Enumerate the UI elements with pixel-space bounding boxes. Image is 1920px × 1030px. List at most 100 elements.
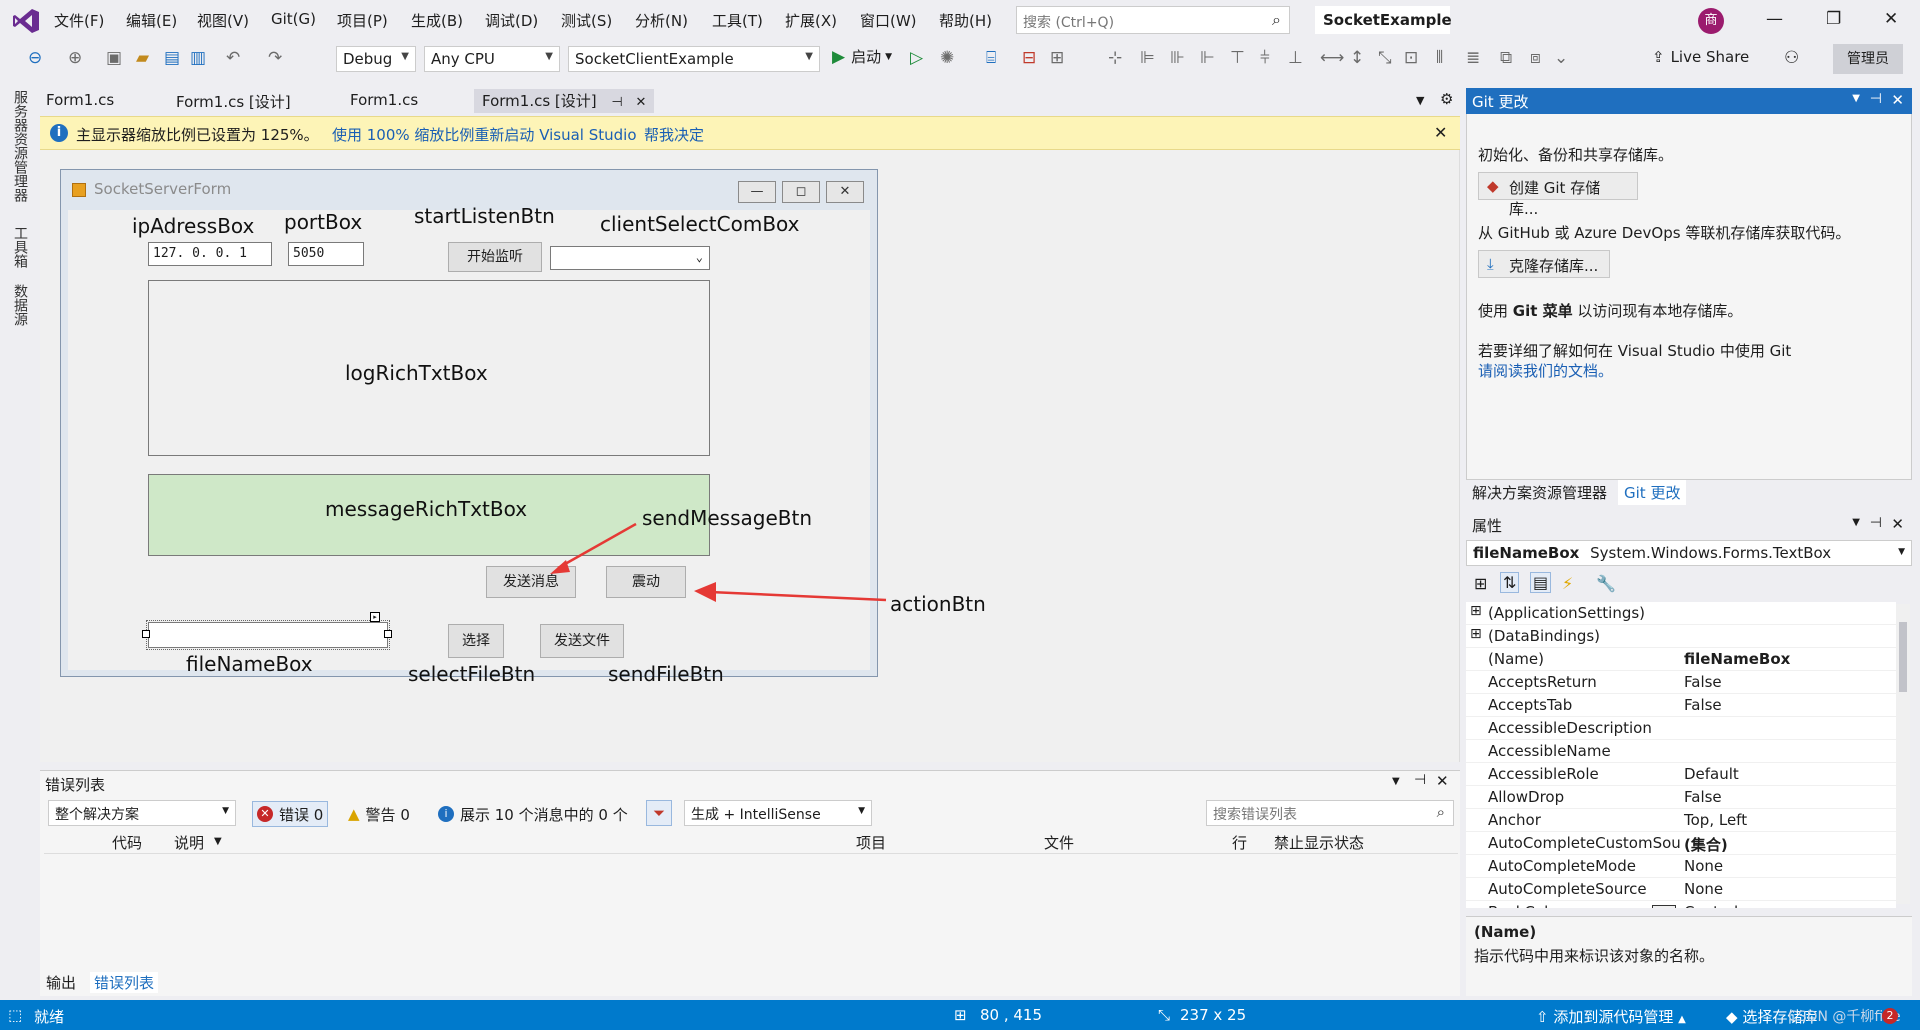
help-me-decide-link[interactable]: 帮我决定 (644, 124, 704, 145)
client-select-combobox[interactable]: ⌄ (550, 246, 710, 270)
property-value[interactable]: False (1684, 696, 1722, 714)
ip-address-box[interactable]: 127. 0. 0. 1 (148, 242, 272, 266)
git-docs-link[interactable]: 请阅读我们的文档。 (1478, 360, 1613, 381)
settings-gear-icon[interactable]: ⚙ (1440, 90, 1453, 108)
properties-icon[interactable]: ▤ (1530, 572, 1552, 593)
bring-to-front-icon[interactable]: ⧉ (1500, 48, 1512, 68)
property-row[interactable]: AutoCompleteCustomSou (集合) (1466, 832, 1896, 855)
resize-handle-left-icon[interactable] (142, 630, 150, 638)
undo-icon[interactable]: ↶ (226, 48, 240, 68)
startup-project-combo[interactable]: SocketClientExample ▼ (568, 46, 820, 72)
build-intellisense-combo[interactable]: 生成 + IntelliSense ▼ (684, 800, 872, 826)
pin-icon[interactable]: ⊣ (1870, 91, 1882, 107)
config-combo[interactable]: Debug ▼ (336, 46, 416, 72)
pin-icon[interactable]: ⊣ (1870, 515, 1882, 531)
toolbox-icon[interactable]: ⊟ (1022, 48, 1036, 68)
start-debug-button[interactable]: ▶ 启动 ▼ (832, 46, 892, 67)
property-row[interactable]: AccessibleName (1466, 740, 1896, 763)
property-value[interactable]: fileNameBox (1684, 650, 1790, 668)
server-explorer-tab[interactable]: 服务器资源管理器 (10, 90, 30, 202)
make-same-height-icon[interactable]: ↕ (1350, 48, 1364, 68)
feedback-icon[interactable]: ⚇ (1784, 48, 1799, 68)
platform-combo[interactable]: Any CPU ▼ (424, 46, 560, 72)
tab-form1-designer-active[interactable]: Form1.cs [设计] ⊣ ✕ (474, 89, 655, 113)
properties-object-selector[interactable]: fileNameBox System.Windows.Forms.TextBox… (1466, 540, 1912, 566)
error-search-input[interactable]: 搜索错误列表 ⌕ (1206, 800, 1454, 826)
panel-menu-icon[interactable]: ▼ (1392, 776, 1400, 787)
property-row[interactable]: BackColor Control (1466, 901, 1896, 908)
form-layout-icon[interactable]: ⊞ (1050, 48, 1064, 68)
expand-icon[interactable]: ⊞ (1470, 626, 1482, 642)
property-row[interactable]: AccessibleRole Default (1466, 763, 1896, 786)
save-all-icon[interactable]: ▥ (190, 48, 206, 68)
start-without-debug-icon[interactable]: ▷ (910, 48, 923, 68)
expand-icon[interactable]: ⊞ (1470, 603, 1482, 619)
minimize-icon[interactable]: — (1766, 9, 1783, 29)
column-suppression[interactable]: 禁止显示状态 (1274, 832, 1364, 853)
log-rich-text-box[interactable]: logRichTxtBox (148, 280, 710, 456)
align-left-icon[interactable]: ⊫ (1140, 48, 1155, 68)
property-row[interactable]: (Name) fileNameBox (1466, 648, 1896, 671)
error-scope-combo[interactable]: 整个解决方案 ▼ (48, 800, 236, 826)
avatar[interactable]: 商 (1698, 8, 1724, 34)
restart-100-link[interactable]: 使用 100% 缩放比例重新启动 Visual Studio (332, 124, 637, 145)
menu-debug[interactable]: 调试(D) (485, 10, 538, 31)
grid-icon[interactable]: ⊹ (1108, 48, 1122, 68)
align-right-icon[interactable]: ⊩ (1200, 48, 1215, 68)
tab-error-list[interactable]: 错误列表 (90, 972, 159, 993)
align-bottom-icon[interactable]: ⊥ (1288, 48, 1303, 68)
menu-project[interactable]: 项目(P) (337, 10, 388, 31)
property-row[interactable]: Anchor Top, Left (1466, 809, 1896, 832)
column-file[interactable]: 文件 (1044, 832, 1074, 853)
new-project-icon[interactable]: ▣ (106, 48, 122, 68)
forward-icon[interactable]: ⊕ (68, 48, 82, 68)
property-row[interactable]: AcceptsTab False (1466, 694, 1896, 717)
menu-extensions[interactable]: 扩展(X) (785, 10, 837, 31)
data-sources-tab[interactable]: 数据源 (10, 284, 30, 326)
column-description[interactable]: 说明 (174, 832, 204, 853)
property-value[interactable]: Default (1684, 765, 1739, 783)
add-source-control-button[interactable]: ⇧ 添加到源代码管理 ▲ (1536, 1006, 1686, 1027)
pin-icon[interactable]: ⊣ (1414, 772, 1426, 788)
events-icon[interactable]: ⚡ (1562, 574, 1573, 593)
toolbox-tab[interactable]: 工具箱 (10, 226, 30, 268)
property-row[interactable]: ⊞ (ApplicationSettings) (1466, 602, 1896, 625)
close-panel-icon[interactable]: ✕ (1891, 91, 1904, 109)
tab-solution-explorer[interactable]: 解决方案资源管理器 (1472, 482, 1607, 503)
menu-file[interactable]: 文件(F) (54, 10, 104, 31)
size-to-grid-icon[interactable]: ⊡ (1404, 48, 1418, 68)
notification-badge[interactable]: 2 (1882, 1008, 1898, 1024)
live-share-button[interactable]: ⇪ Live Share (1652, 48, 1749, 66)
property-value[interactable]: Top, Left (1684, 811, 1747, 829)
property-row[interactable]: ⊞ (DataBindings) (1466, 625, 1896, 648)
restore-icon[interactable]: ❐ (1826, 9, 1841, 29)
menu-test[interactable]: 测试(S) (561, 10, 612, 31)
panel-menu-icon[interactable]: ▼ (1852, 517, 1860, 528)
property-value[interactable]: (集合) (1684, 834, 1728, 855)
clone-repo-button[interactable]: ⤓ 克隆存储库... (1478, 250, 1610, 278)
close-tab-icon[interactable]: ✕ (636, 95, 647, 110)
hot-reload-icon[interactable]: ✺ (940, 48, 954, 68)
column-code[interactable]: 代码 (112, 832, 142, 853)
create-git-repo-button[interactable]: ◆ 创建 Git 存储库... (1478, 172, 1638, 218)
tab-output[interactable]: 输出 (46, 972, 76, 993)
column-project[interactable]: 项目 (856, 832, 886, 853)
property-value[interactable]: None (1684, 857, 1723, 875)
scrollbar-thumb[interactable] (1899, 622, 1907, 692)
properties-scrollbar[interactable] (1896, 604, 1910, 904)
tab-form1-designer-1[interactable]: Form1.cs [设计] (176, 91, 291, 112)
make-same-width-icon[interactable]: ⟷ (1320, 48, 1344, 68)
property-value[interactable]: False (1684, 788, 1722, 806)
menu-view[interactable]: 视图(V) (197, 10, 249, 31)
vertical-spacing-icon[interactable]: ≣ (1466, 48, 1480, 68)
close-infobar-icon[interactable]: ✕ (1434, 123, 1447, 142)
menu-build[interactable]: 生成(B) (411, 10, 463, 31)
tab-form1-cs-2[interactable]: Form1.cs (350, 91, 418, 109)
alphabetical-icon[interactable]: ⇅ (1500, 572, 1520, 593)
align-center-icon[interactable]: ⊪ (1170, 48, 1185, 68)
align-top-icon[interactable]: ⊤ (1230, 48, 1245, 68)
property-value[interactable]: Control (1684, 903, 1738, 908)
panel-menu-icon[interactable]: ▼ (1852, 93, 1860, 104)
save-icon[interactable]: ▤ (164, 48, 180, 68)
categorized-icon[interactable]: ⊞ (1474, 574, 1487, 593)
